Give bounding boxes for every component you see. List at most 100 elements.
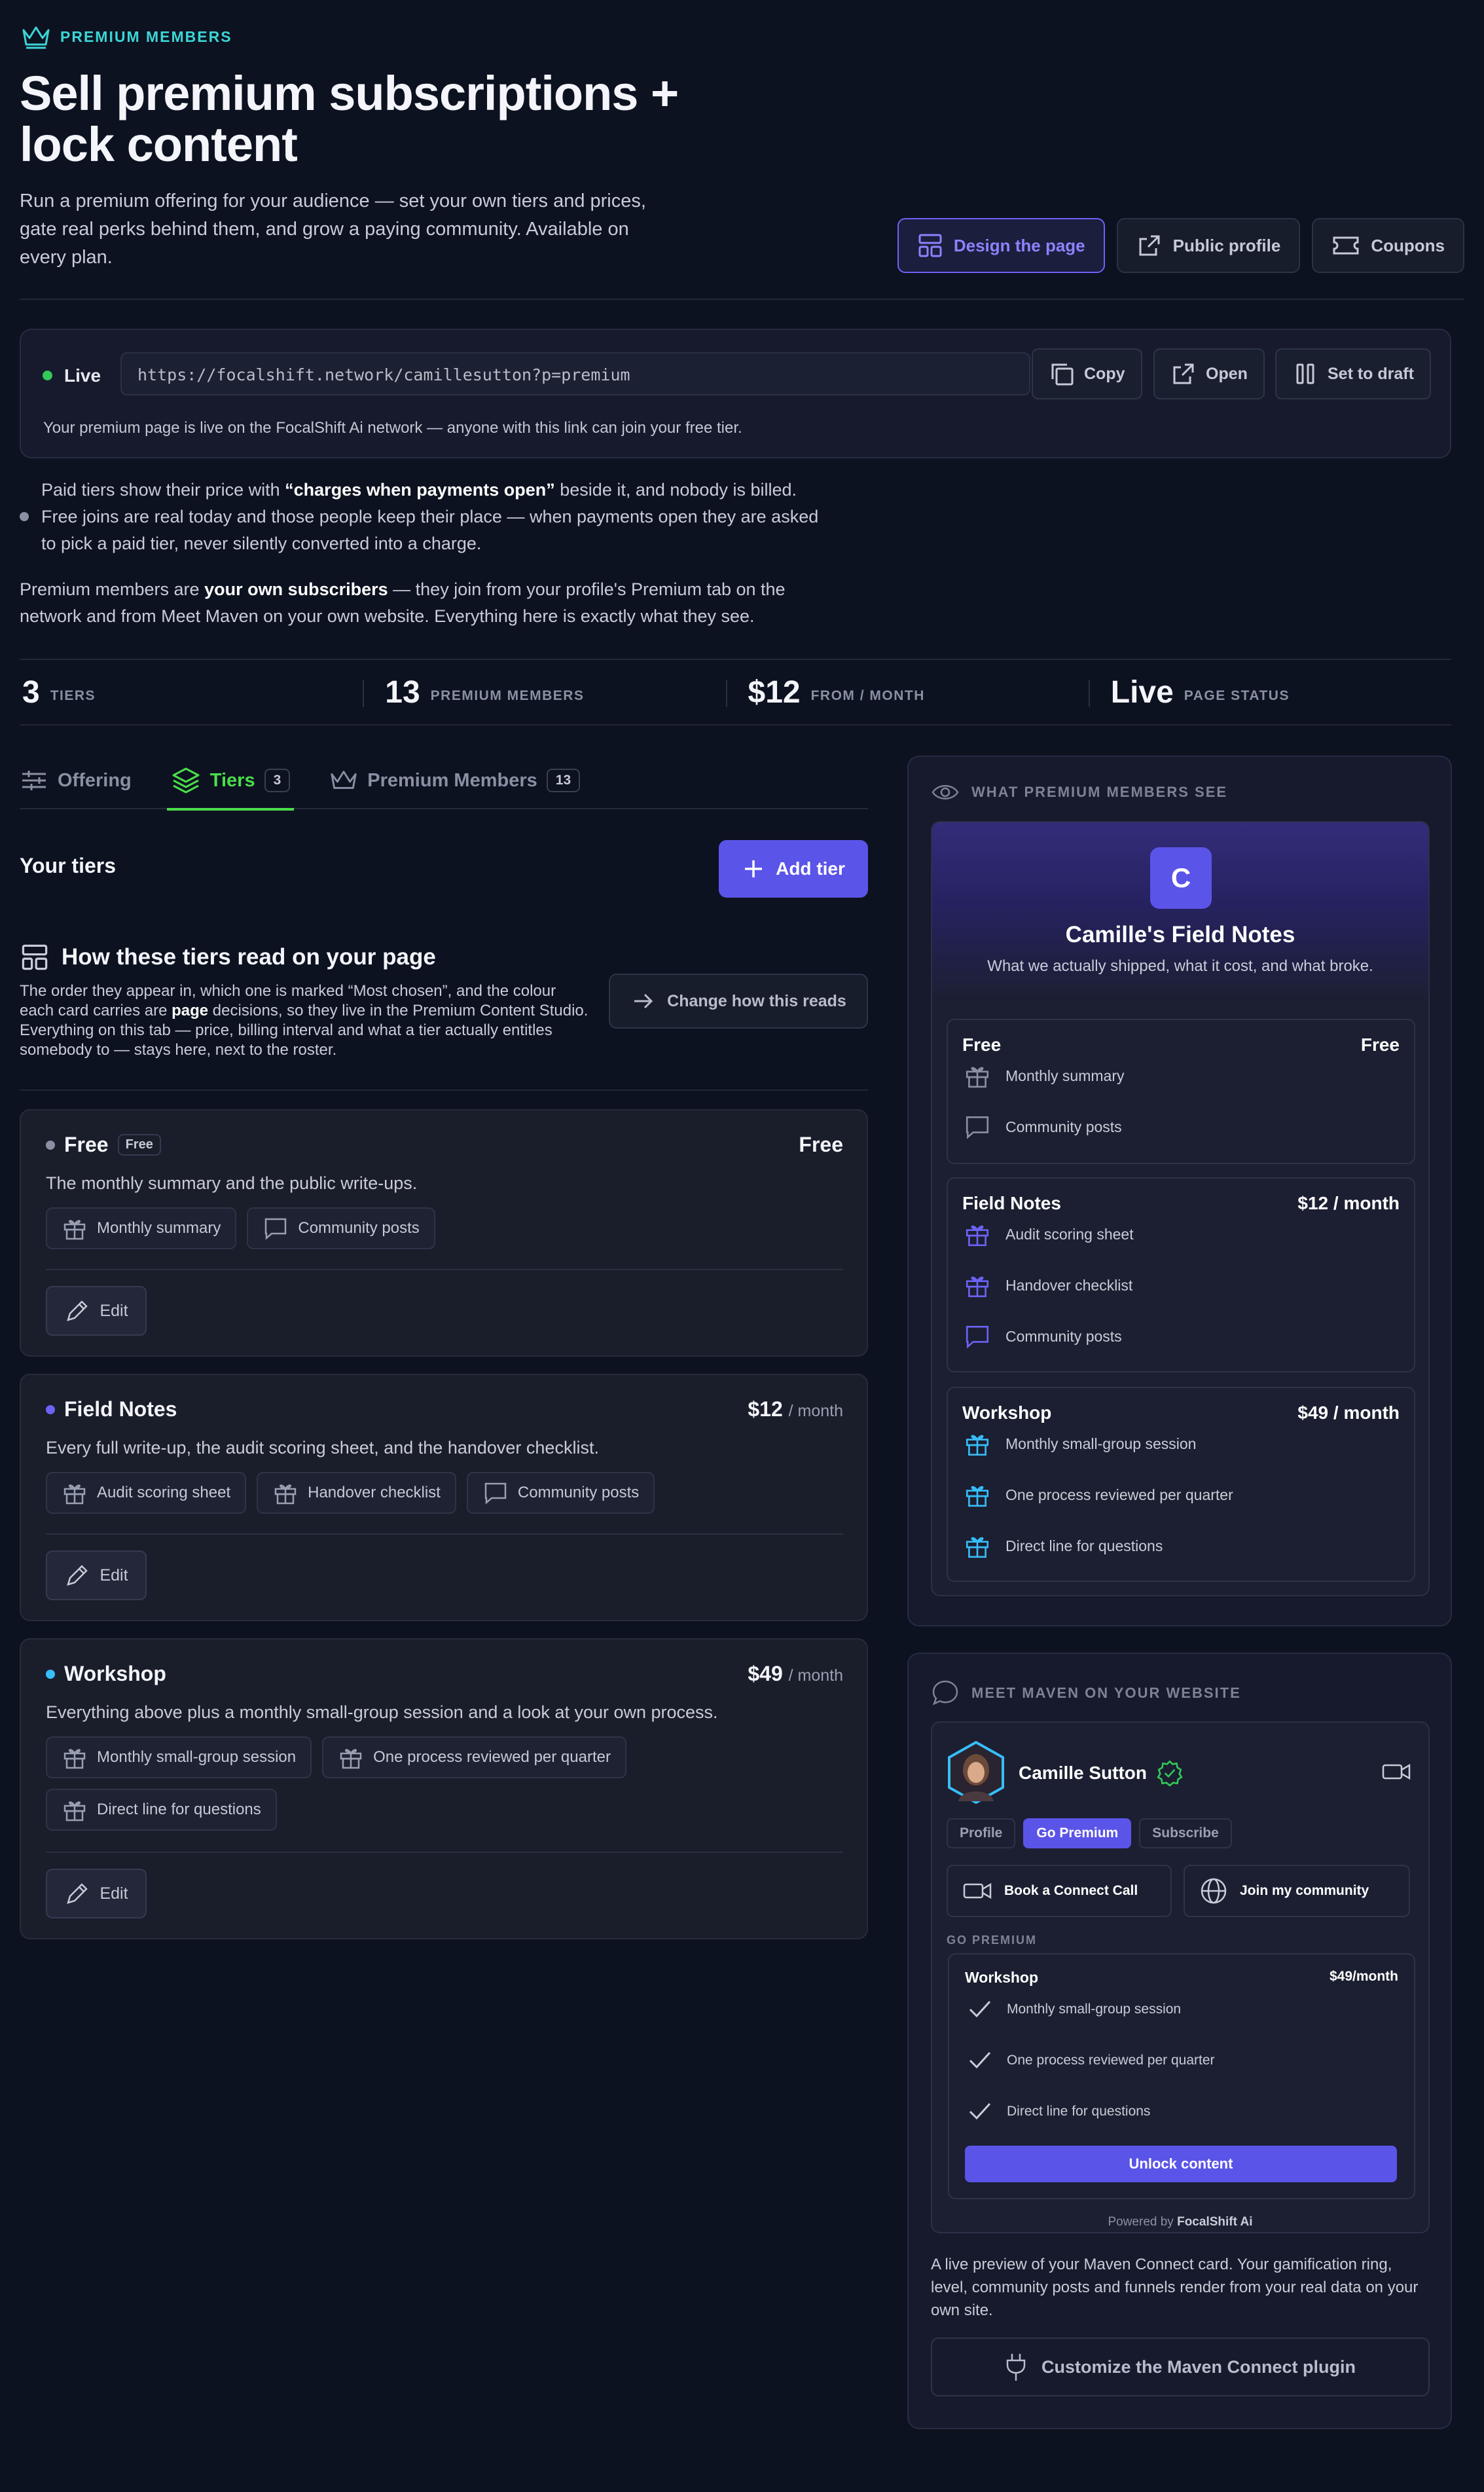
verified-icon <box>1156 1759 1184 1787</box>
stat-members: 13 PREMIUM MEMBERS <box>363 660 725 724</box>
maven-connect-card: Camille Sutton Profile Go Premium Subscr… <box>931 1721 1430 2233</box>
join-label: Join my community <box>1240 1883 1369 1898</box>
stat-price: $12 FROM / MONTH <box>725 660 1089 724</box>
tab-count: 3 <box>264 769 291 792</box>
preview-perk-label: Community posts <box>1005 1118 1122 1135</box>
crown-icon <box>21 24 51 50</box>
perk-label: Handover checklist <box>308 1484 441 1501</box>
add-tier-button[interactable]: Add tier <box>719 840 868 898</box>
preview-perk: Audit scoring sheet <box>964 1220 1134 1248</box>
premium-url-field[interactable]: https://focalshift.network/camillesutton… <box>120 352 1030 395</box>
tier-name: Free Free <box>46 1133 161 1157</box>
notice-text-1: Paid tiers show their price with <box>41 480 285 500</box>
tier-title: Field Notes <box>64 1397 177 1421</box>
preview-tier-price: Free <box>1360 1035 1400 1055</box>
stat-value: $12 <box>748 674 801 710</box>
live-status-label: Live <box>64 365 101 386</box>
tier-price: $49 / month <box>748 1662 843 1686</box>
check-icon <box>968 2049 992 2072</box>
stat-value: 13 <box>385 674 420 710</box>
preview-perk: Monthly summary <box>964 1062 1124 1090</box>
video-icon[interactable] <box>1381 1761 1411 1783</box>
pill-go-premium[interactable]: Go Premium <box>1023 1818 1132 1848</box>
tier-title: Free <box>64 1133 109 1156</box>
gift-icon <box>62 1797 88 1823</box>
powered-brand: FocalShift Ai <box>1177 2215 1253 2229</box>
set-to-draft-label: Set to draft <box>1328 364 1414 383</box>
explainer-text-1: Premium members are <box>20 579 205 599</box>
design-page-button[interactable]: Design the page <box>897 218 1105 273</box>
tab-offering[interactable]: Offering <box>20 752 132 809</box>
explainer-bold: your own subscribers <box>204 579 388 599</box>
how-title: How these tiers read on your page <box>62 944 436 970</box>
perk-chip: Community posts <box>247 1207 435 1249</box>
copy-button[interactable]: Copy <box>1032 348 1142 399</box>
design-page-label: Design the page <box>953 235 1085 255</box>
edit-label: Edit <box>100 1566 128 1585</box>
powered-text: Powered by <box>1108 2215 1178 2229</box>
add-tier-label: Add tier <box>776 858 845 879</box>
public-profile-button[interactable]: Public profile <box>1116 218 1301 273</box>
preview-tier-name: Field Notes <box>962 1193 1061 1213</box>
edit-tier-button[interactable]: Edit <box>46 1869 147 1918</box>
perk-chip: Monthly small-group session <box>46 1736 312 1778</box>
gift-icon <box>964 1220 991 1248</box>
pill-subscribe[interactable]: Subscribe <box>1139 1818 1232 1848</box>
preview-tier-name: Free <box>962 1035 1002 1055</box>
preview-tier-price: $49 / month <box>1297 1402 1400 1423</box>
maven-tier-box: Workshop $49/month Monthly small-group s… <box>948 1953 1415 2199</box>
maven-title-label: MEET MAVEN ON YOUR WEBSITE <box>971 1685 1241 1701</box>
tab-label: Offering <box>58 769 132 791</box>
how-tiers-read-heading: How these tiers read on your page <box>20 943 436 972</box>
maven-perk-label: One process reviewed per quarter <box>1007 2053 1215 2068</box>
pill-profile[interactable]: Profile <box>947 1818 1016 1848</box>
payments-notice: Paid tiers show their price with “charge… <box>20 477 825 557</box>
preview-perk-label: Monthly summary <box>1005 1067 1125 1084</box>
perk-chip: Direct line for questions <box>46 1789 277 1831</box>
stat-label: PAGE STATUS <box>1184 688 1290 703</box>
gift-icon <box>62 1215 88 1241</box>
perk-label: Monthly small-group session <box>97 1748 297 1766</box>
tab-tiers[interactable]: Tiers 3 <box>166 752 295 811</box>
book-label: Book a Connect Call <box>1004 1883 1138 1898</box>
tab-premium-members[interactable]: Premium Members 13 <box>329 752 581 809</box>
maven-note: A live preview of your Maven Connect car… <box>931 2256 1419 2319</box>
ticket-icon <box>1331 234 1360 257</box>
tier-description: Every full write-up, the audit scoring s… <box>46 1438 599 1457</box>
gift-icon <box>338 1744 364 1770</box>
coupons-button[interactable]: Coupons <box>1312 218 1464 273</box>
tab-count: 13 <box>546 769 581 792</box>
crown-icon <box>329 767 358 794</box>
tier-card-field-notes: Field Notes $12 / month Every full write… <box>20 1374 868 1621</box>
edit-label: Edit <box>100 1884 128 1903</box>
globe-icon <box>1199 1877 1228 1905</box>
set-to-draft-button[interactable]: Set to draft <box>1275 348 1431 399</box>
preview-perk-label: Community posts <box>1005 1327 1122 1345</box>
eyebrow-label: PREMIUM MEMBERS <box>60 27 232 45</box>
members-explainer: Premium members are your own subscribers… <box>20 576 825 630</box>
tab-bar: Offering Tiers 3 Premium Members 13 <box>20 752 868 811</box>
copy-icon <box>1049 361 1075 387</box>
tier-color-dot <box>46 1140 55 1150</box>
open-button[interactable]: Open <box>1153 348 1265 399</box>
how-tiers-read-text: The order they appear in, which one is m… <box>20 981 589 1060</box>
maven-perk-label: Monthly small-group session <box>1007 2002 1182 2017</box>
preview-perk-label: Direct line for questions <box>1005 1537 1163 1554</box>
preview-perk: Community posts <box>964 1323 1122 1350</box>
change-how-this-reads-button[interactable]: Change how this reads <box>609 974 868 1029</box>
unlock-content-button[interactable]: Unlock content <box>965 2146 1397 2182</box>
tier-price-amount: $49 <box>748 1662 783 1685</box>
maven-profile-name: Camille Sutton <box>1019 1759 1184 1787</box>
customize-plugin-button[interactable]: Customize the Maven Connect plugin <box>931 2337 1430 2396</box>
join-community-button[interactable]: Join my community <box>1184 1865 1410 1917</box>
tier-name: Workshop <box>46 1662 166 1686</box>
tier-title: Workshop <box>64 1662 166 1685</box>
edit-tier-button[interactable]: Edit <box>46 1550 147 1600</box>
book-connect-call-button[interactable]: Book a Connect Call <box>947 1865 1172 1917</box>
gift-icon <box>62 1480 88 1506</box>
copy-label: Copy <box>1084 364 1125 383</box>
preview-tier-free: Free Free Monthly summary Community post… <box>947 1019 1415 1164</box>
tier-price-unit: / month <box>788 1666 843 1685</box>
perk-chip: Handover checklist <box>257 1472 456 1514</box>
edit-tier-button[interactable]: Edit <box>46 1286 147 1336</box>
